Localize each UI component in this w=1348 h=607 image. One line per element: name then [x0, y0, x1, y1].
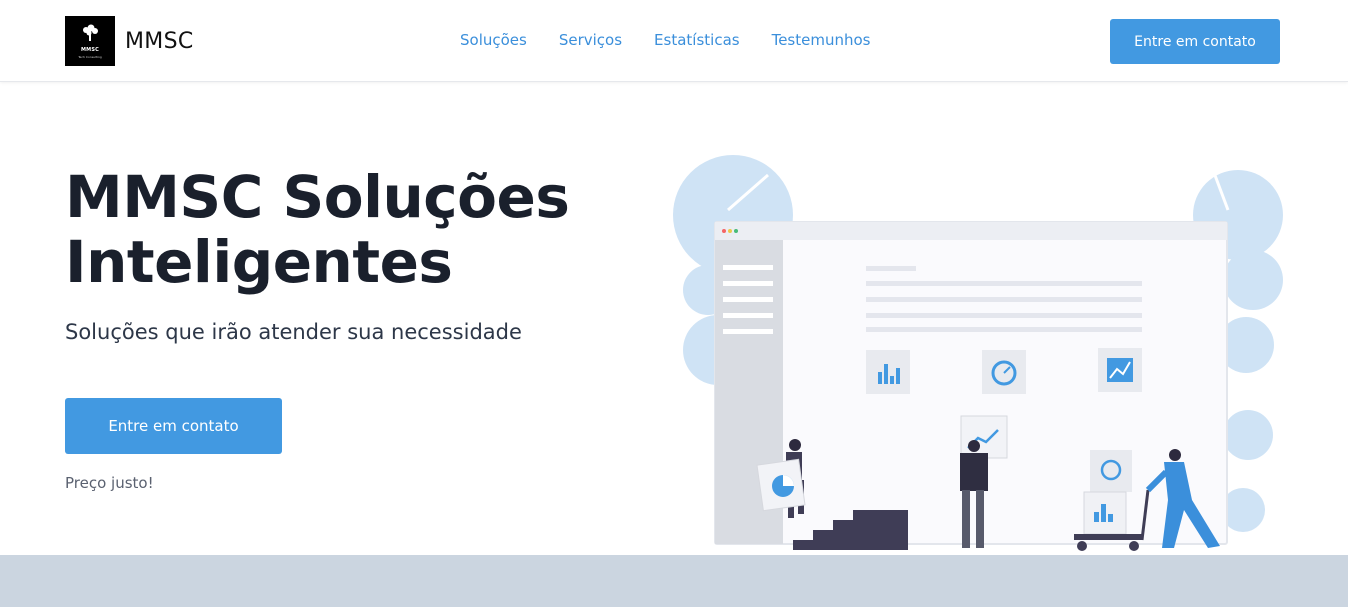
- hero-title-line-2: Inteligentes: [65, 228, 453, 296]
- logo-subtitle: Tech Consulting: [78, 55, 102, 59]
- main-nav: Soluções Serviços Estatísticas Testemunh…: [460, 31, 903, 49]
- hero-title: MMSC Soluções Inteligentes: [65, 165, 625, 295]
- nav-link-testemunhos[interactable]: Testemunhos: [772, 31, 871, 49]
- footer-band: [0, 555, 1348, 607]
- price-note: Preço justo!: [65, 474, 154, 492]
- hero-title-line-1: MMSC Soluções: [65, 163, 570, 231]
- nav-link-solucoes[interactable]: Soluções: [460, 31, 527, 49]
- top-navbar: MMSC Tech Consulting MMSC Soluções Servi…: [0, 0, 1348, 82]
- gauge-card-icon: [982, 350, 1026, 394]
- logo-title: MMSC: [80, 47, 100, 53]
- hero-subtitle: Soluções que irão atender sua necessidad…: [65, 320, 522, 344]
- hero-contact-button[interactable]: Entre em contato: [65, 398, 282, 454]
- tree-logo-icon: [83, 24, 98, 41]
- nav-link-estatisticas[interactable]: Estatísticas: [654, 31, 740, 49]
- nav-link-servicos[interactable]: Serviços: [559, 31, 622, 49]
- brand[interactable]: MMSC Tech Consulting MMSC: [65, 16, 194, 66]
- header-contact-button[interactable]: Entre em contato: [1110, 19, 1280, 64]
- line-chart-card-icon: [1098, 348, 1142, 392]
- logo[interactable]: MMSC Tech Consulting: [65, 16, 115, 66]
- bar-chart-card-icon: [866, 350, 910, 394]
- brand-name[interactable]: MMSC: [125, 29, 194, 54]
- hero-illustration: [673, 155, 1283, 551]
